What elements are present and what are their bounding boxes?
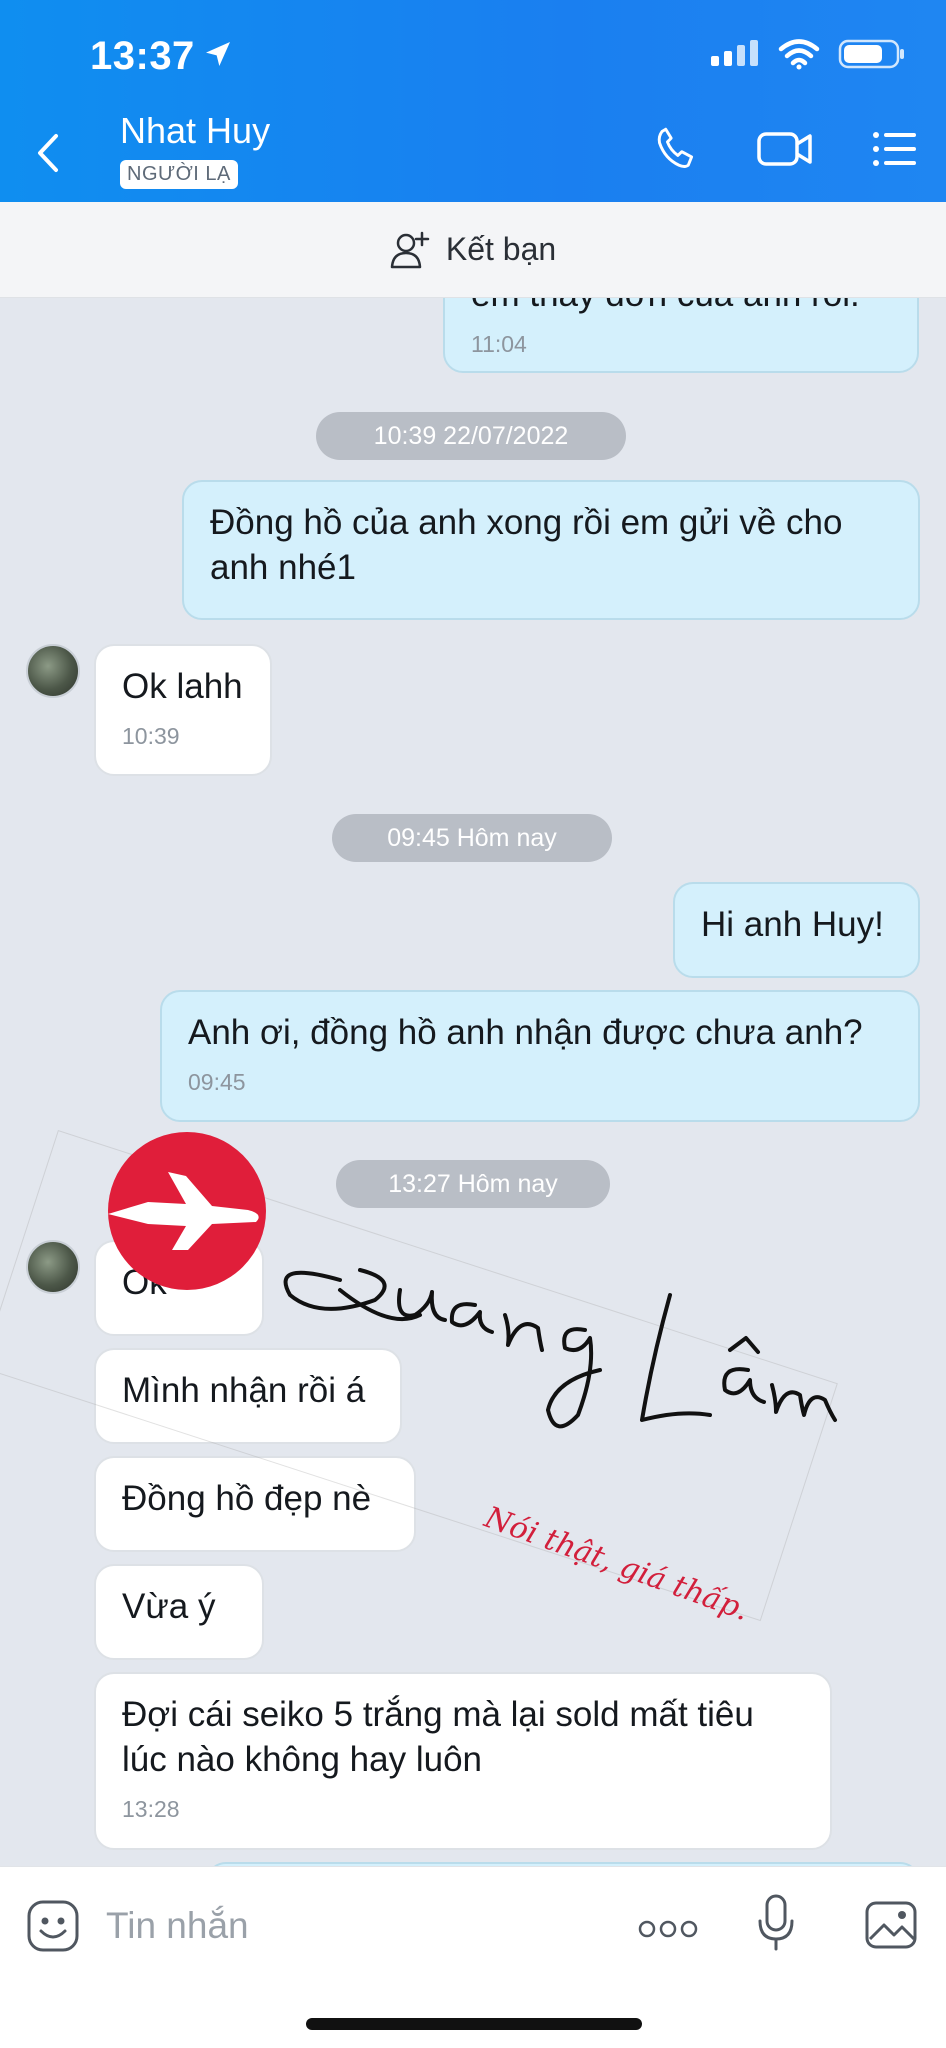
message-bubble[interactable]: em thấy đơn của anh rồi. 11:04 bbox=[443, 298, 919, 373]
message-text: Hi anh Huy! bbox=[701, 905, 884, 944]
add-friend-bar[interactable]: Kết bạn bbox=[0, 202, 946, 298]
status-indicators bbox=[710, 38, 906, 70]
date-divider: 09:45 Hôm nay bbox=[332, 814, 612, 862]
stranger-badge: NGƯỜI LẠ bbox=[120, 160, 238, 189]
phone-call-icon[interactable] bbox=[652, 124, 702, 174]
message-bubble[interactable]: Hi anh Huy! bbox=[673, 882, 920, 978]
contact-avatar[interactable] bbox=[26, 644, 80, 698]
message-bubble[interactable]: Anh ơi, đồng hồ anh nhận được chưa anh? … bbox=[160, 990, 920, 1122]
message-text: em thấy đơn của anh rồi. bbox=[471, 298, 860, 314]
video-call-icon[interactable] bbox=[756, 124, 814, 174]
message-bubble[interactable]: Vừa ý bbox=[94, 1564, 264, 1660]
image-gallery-icon[interactable] bbox=[864, 1897, 920, 1951]
microphone-icon[interactable] bbox=[756, 1893, 796, 1953]
battery-icon bbox=[838, 39, 904, 69]
message-time: 09:45 bbox=[188, 1069, 246, 1095]
date-divider: 10:39 22/07/2022 bbox=[316, 412, 626, 460]
location-arrow-icon bbox=[206, 42, 230, 66]
message-bubble[interactable]: Đợi cái seiko 5 trắng mà lại sold mất ti… bbox=[94, 1672, 832, 1850]
add-friend-icon bbox=[390, 231, 430, 268]
message-time: 13:28 bbox=[122, 1796, 180, 1822]
message-text: Đồng hồ của anh xong rồi em gửi về cho a… bbox=[210, 503, 843, 587]
message-text: Đợi cái seiko 5 trắng mà lại sold mất ti… bbox=[122, 1695, 754, 1779]
sticker-emoji-icon[interactable] bbox=[26, 1899, 80, 1953]
date-divider: 13:27 Hôm nay bbox=[336, 1160, 610, 1208]
cellular-signal-icon bbox=[711, 40, 758, 66]
message-bubble[interactable]: Đồng hồ của anh xong rồi em gửi về cho a… bbox=[182, 480, 920, 620]
message-list[interactable]: em thấy đơn của anh rồi. 11:04 10:39 22/… bbox=[0, 298, 946, 1866]
message-text: Ok lahh bbox=[122, 667, 243, 706]
chat-header: 13:37 Nhat Huy NGƯỜI LẠ bbox=[0, 0, 946, 202]
message-time: 11:04 bbox=[471, 331, 527, 357]
message-bubble[interactable]: Ok lahh 10:39 bbox=[94, 644, 272, 776]
message-text: Anh ơi, đồng hồ anh nhận được chưa anh? bbox=[188, 1013, 863, 1052]
back-button[interactable] bbox=[26, 128, 70, 178]
more-options-icon[interactable] bbox=[638, 1919, 698, 1939]
message-input[interactable]: Tin nhắn bbox=[106, 1905, 249, 1947]
message-time: 10:39 bbox=[122, 723, 180, 749]
home-indicator[interactable] bbox=[306, 2018, 642, 2030]
status-time: 13:37 bbox=[90, 34, 195, 78]
message-text: Vừa ý bbox=[122, 1587, 216, 1626]
menu-list-icon[interactable] bbox=[870, 124, 920, 174]
watermark-signature bbox=[283, 1268, 837, 1429]
airplane-icon bbox=[108, 1172, 259, 1250]
wifi-icon bbox=[778, 39, 820, 70]
contact-name[interactable]: Nhat Huy bbox=[120, 110, 270, 152]
watermark-logo bbox=[108, 1132, 266, 1290]
add-friend-label: Kết bạn bbox=[445, 231, 557, 267]
